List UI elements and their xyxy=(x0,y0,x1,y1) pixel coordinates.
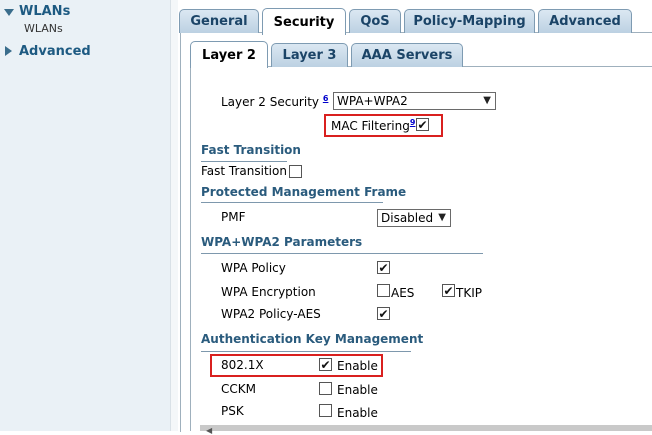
tab-advanced[interactable]: Advanced xyxy=(538,9,632,33)
mac-filtering-checkbox[interactable]: ✔ xyxy=(416,118,429,131)
dot1x-label: 802.1X xyxy=(221,358,264,372)
fast-transition-checkbox[interactable] xyxy=(289,165,302,178)
aes-label: AES xyxy=(391,286,415,300)
tab-qos[interactable]: QoS xyxy=(349,9,401,33)
psk-enable-checkbox[interactable] xyxy=(319,404,332,417)
cckm-enable-label: Enable xyxy=(337,383,378,397)
expanded-arrow-icon[interactable] xyxy=(4,9,14,16)
mac-filtering-text: MAC Filtering xyxy=(331,119,410,133)
layer2-security-select[interactable]: WPA+WPA2 ▼ xyxy=(333,92,496,110)
akm-section-title: Authentication Key Management xyxy=(201,332,424,346)
wpa-section-title: WPA+WPA2 Parameters xyxy=(201,235,363,249)
tab-security[interactable]: Security xyxy=(262,8,346,35)
tkip-checkbox[interactable]: ✔ xyxy=(442,284,455,297)
subtab-layer2[interactable]: Layer 2 xyxy=(190,41,268,68)
fast-transition-label: Fast Transition xyxy=(201,164,287,178)
wpa-policy-label: WPA Policy xyxy=(221,261,286,275)
layer2-security-text: Layer 2 Security xyxy=(221,95,319,109)
layer2-security-label: Layer 2 Security 6 xyxy=(221,94,328,109)
collapsed-arrow-icon[interactable] xyxy=(5,46,12,56)
aes-checkbox[interactable] xyxy=(377,284,390,297)
tab-general[interactable]: General xyxy=(179,9,259,33)
horizontal-scrollbar[interactable] xyxy=(200,425,652,431)
wpa2-policy-aes-checkbox[interactable]: ✔ xyxy=(377,307,390,320)
akm-divider xyxy=(201,351,411,352)
nav-wlans[interactable]: WLANs xyxy=(19,4,70,19)
fast-transition-section-title: Fast Transition xyxy=(201,143,301,157)
psk-label: PSK xyxy=(221,404,244,418)
nav-advanced[interactable]: Advanced xyxy=(19,44,91,59)
pmf-select[interactable]: Disabled ▼ xyxy=(377,209,451,227)
sidebar xyxy=(0,0,170,431)
fast-transition-divider xyxy=(201,161,287,162)
nav-wlans-sub[interactable]: WLANs xyxy=(24,22,63,35)
subtab-layer3[interactable]: Layer 3 xyxy=(271,43,348,67)
dot1x-enable-checkbox[interactable]: ✔ xyxy=(319,358,332,371)
wpa2-policy-aes-label: WPA2 Policy-AES xyxy=(221,307,321,321)
subtab-aaa-servers[interactable]: AAA Servers xyxy=(351,43,463,67)
pmf-divider xyxy=(201,202,383,203)
layer2-security-value: WPA+WPA2 xyxy=(337,94,408,108)
mac-filtering-label: MAC Filtering9 xyxy=(331,118,415,133)
pmf-value: Disabled xyxy=(381,211,434,225)
dot1x-enable-label: Enable xyxy=(337,359,378,373)
mac-filtering-footnote-link[interactable]: 9 xyxy=(410,118,416,127)
psk-enable-label: Enable xyxy=(337,406,378,420)
tkip-label: TKIP xyxy=(456,286,482,300)
layer2-security-footnote-link[interactable]: 6 xyxy=(323,94,329,103)
cckm-enable-checkbox[interactable] xyxy=(319,382,332,395)
pmf-label: PMF xyxy=(221,210,246,224)
sidebar-divider[interactable] xyxy=(170,0,178,431)
chevron-down-icon: ▼ xyxy=(483,95,491,106)
chevron-down-icon: ▼ xyxy=(438,212,446,223)
tab-policy-mapping[interactable]: Policy-Mapping xyxy=(404,9,535,33)
wpa-policy-checkbox[interactable]: ✔ xyxy=(377,261,390,274)
pmf-section-title: Protected Management Frame xyxy=(201,185,407,199)
cckm-label: CCKM xyxy=(221,382,256,396)
wpa-divider xyxy=(201,253,483,254)
wpa-encryption-label: WPA Encryption xyxy=(221,285,316,299)
